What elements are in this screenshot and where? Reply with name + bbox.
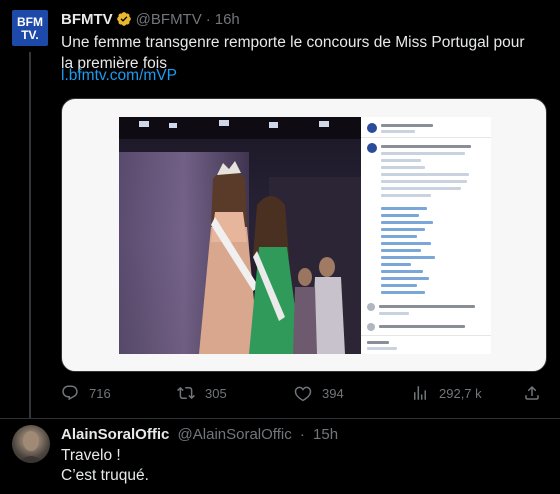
views-button[interactable]: 292,7 k [411,384,482,402]
reply-author-name[interactable]: AlainSoralOffic [61,426,169,443]
author-name[interactable]: BFMTV [61,11,113,28]
reply-icon [62,385,78,401]
tweet-link[interactable]: l.bfmtv.com/mVP [61,67,177,85]
reply-line-2: C’est truqué. [61,467,149,484]
heart-icon [294,386,312,402]
pageant-photo [119,117,361,354]
bfmtv-avatar[interactable]: BFM TV. [12,10,48,46]
tweet-actions-bar: 716 305 394 292,7 k [61,384,541,404]
reply-count: 716 [89,385,111,401]
tweet-media-image[interactable] [61,98,547,372]
views-count: 292,7 k [439,385,482,401]
views-icon [414,386,426,400]
retweet-button[interactable]: 305 [177,384,227,402]
reply-header-separator: · [299,426,305,443]
retweet-count: 305 [205,385,227,401]
reply-divider [0,418,560,419]
share-icon [525,385,539,400]
share-button[interactable] [523,384,551,402]
retweet-icon [177,386,195,400]
reply-line-1: Travelo ! [61,447,121,464]
avatar-logo-top: BFM [17,15,43,29]
reply-author-handle[interactable]: @AlainSoralOffic [178,426,292,443]
tweet-timestamp[interactable]: 16h [215,11,240,28]
tweet-header: BFMTV @BFMTV · 16h [61,10,240,28]
reply-body-text: Travelo ! C’est truqué. [61,446,149,486]
avatar-logo-bottom: TV. [21,28,39,42]
like-button[interactable]: 394 [294,384,344,402]
thread-connector-line [29,52,31,418]
author-handle[interactable]: @BFMTV [136,11,202,28]
verified-badge-icon [116,11,132,27]
like-count: 394 [322,385,344,401]
reply-avatar[interactable] [12,425,50,463]
reply-button[interactable]: 716 [61,384,111,402]
header-separator: · [205,10,211,28]
reply-header: AlainSoralOffic @AlainSoralOffic · 15h [61,426,338,443]
instagram-post-panel [361,117,491,354]
reply-timestamp[interactable]: 15h [313,426,338,443]
